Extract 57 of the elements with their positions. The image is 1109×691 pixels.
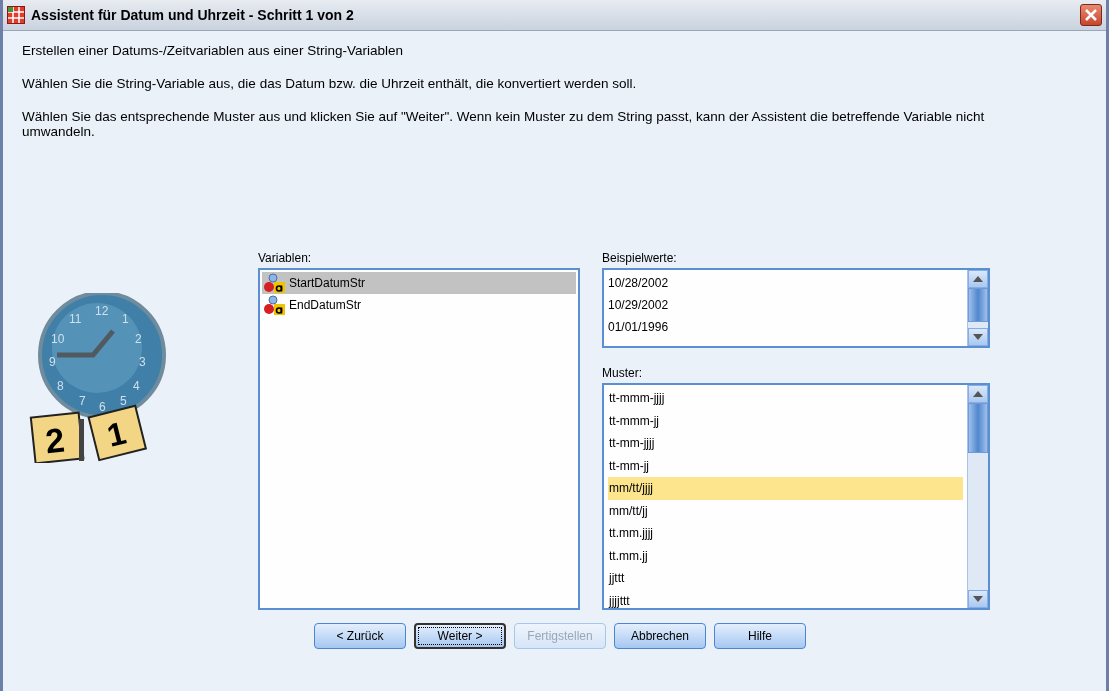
string-variable-icon [264,273,286,293]
calendar-digit: 1 [103,414,130,454]
list-item[interactable]: tt-mmm-jj [608,409,963,432]
sample-value: 01/01/1996 [608,319,670,336]
list-item[interactable]: mm/tt/jj [608,499,963,522]
down-arrow-icon[interactable] [973,334,983,340]
variables-list[interactable]: StartDatumStr EndDatumStr [258,268,580,610]
list-item[interactable]: tt-mm-jj [608,454,963,477]
clock-numeral: 3 [139,355,146,369]
clock-numeral: 11 [69,312,82,326]
field-label: Muster: [602,366,643,382]
close-icon [1084,8,1098,22]
instruction-text: Wählen Sie die String-Variable aus, die das Datum bzw. die Uhrzeit enthält, die konvertiert werden soll. [22,76,638,91]
table-icon [7,6,25,24]
clock-numeral: 4 [133,379,140,393]
list-item[interactable]: tt.mm.jjjj [608,522,963,545]
up-arrow-icon[interactable] [973,276,983,282]
down-arrow-icon[interactable] [973,596,983,602]
clock-numeral: 12 [95,304,109,318]
field-label: Beispielwerte: [602,251,678,267]
list-item[interactable]: mm/tt/jjjj [608,477,963,500]
list-item[interactable]: StartDatumStr [262,272,576,294]
dialog-button[interactable]: Abbrechen [614,623,706,649]
clock-numeral: 5 [120,394,127,408]
instruction-text: Erstellen einer Datums-/Zeitvariablen aus einer String-Variablen [22,43,404,58]
list-item[interactable]: tt-mmm-jjjj [608,387,963,410]
instruction-text: Wählen Sie das entsprechende Muster aus und klicken Sie auf "Weiter". Wenn kein Muster zu dem String passt, kann der Assistent die betreffende Variable nicht umwandeln. [22,109,986,139]
close-button[interactable] [1080,4,1102,26]
scrollbar-thumb[interactable] [968,403,988,453]
string-variable-icon [264,295,286,315]
list-item[interactable]: EndDatumStr [262,294,576,316]
window-title: Assistent für Datum und Uhrzeit - Schritt 1 von 2 [31,7,355,23]
dialog-button[interactable]: < Zurück [314,623,406,649]
clock-numeral: 6 [99,400,106,414]
scrollbar[interactable] [967,270,988,346]
clock-numeral: 1 [122,312,129,326]
list-item[interactable]: jjjjttt [608,589,963,608]
dialog-button[interactable]: Hilfe [714,623,806,649]
variable-name: StartDatumStr [289,276,366,290]
clock-numeral: 7 [79,394,86,408]
dialog-button[interactable]: Weiter > [414,623,506,649]
scrollbar-thumb[interactable] [968,288,988,322]
pattern-list[interactable]: tt-mmm-jjjj tt-mmm-jj tt-mm-jjjj tt-mm-jj mm/tt/jjjj mm/tt/jj tt.mm.jjjj tt.mm.jj jjttt jjjjttt [602,383,990,610]
clock-numeral: 2 [135,332,142,346]
sample-value: 10/29/2002 [608,297,670,314]
clock-numeral: 8 [57,379,64,393]
list-item[interactable]: jjttt [608,567,963,590]
clock-numeral: 9 [49,355,56,369]
scrollbar[interactable] [967,385,988,608]
field-label: Variablen: [258,251,313,267]
sample-value: 10/28/2002 [608,275,670,292]
list-item[interactable]: tt-mm-jjjj [608,432,963,455]
variable-name: EndDatumStr [289,298,362,312]
list-item[interactable]: tt.mm.jj [608,544,963,567]
clock-numeral: 10 [51,332,65,346]
up-arrow-icon[interactable] [973,391,983,397]
calendar-digit: 2 [43,420,67,461]
